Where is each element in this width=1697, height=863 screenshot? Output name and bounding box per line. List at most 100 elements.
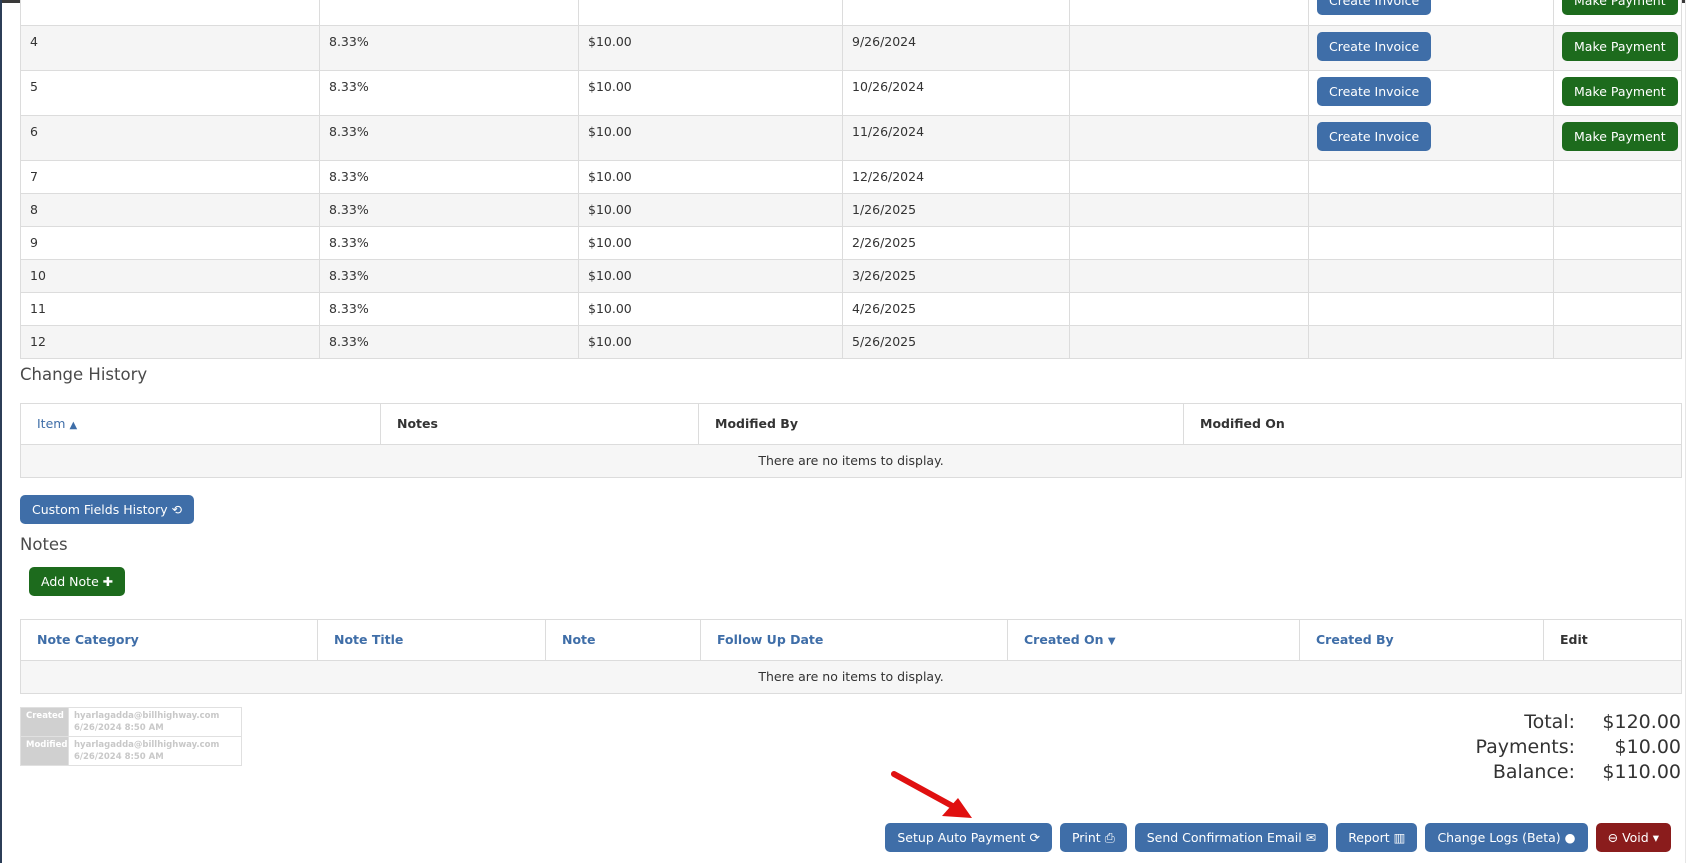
installment-number: 7 <box>20 160 320 194</box>
table-row: There are no items to display. <box>20 660 1682 694</box>
audit-created-row: Created hyarlagadda@billhighway.com 6/26/… <box>20 707 242 737</box>
invoice-cell <box>1308 193 1554 227</box>
audit-modified-label: Modified <box>20 736 69 766</box>
audit-info-table: Created hyarlagadda@billhighway.com 6/26/… <box>20 707 242 766</box>
annotation-arrow-icon <box>891 771 972 818</box>
installment-percent: 8.33% <box>319 259 579 293</box>
column-header-modified-on[interactable]: Modified On <box>1183 403 1682 445</box>
make-payment-button[interactable]: Make Payment <box>1562 122 1678 151</box>
installment-percent <box>319 0 579 26</box>
installment-number: 10 <box>20 259 320 293</box>
invoice-cell <box>1308 292 1554 326</box>
column-header-created-on[interactable]: Created On ▼ <box>1007 619 1300 661</box>
installment-blank <box>1069 25 1309 71</box>
balance-label: Balance: <box>1492 761 1575 783</box>
audit-modified-value: hyarlagadda@billhighway.com 6/26/2024 8:5… <box>68 736 242 766</box>
installment-amount: $10.00 <box>578 70 843 116</box>
column-header-note-category[interactable]: Note Category <box>20 619 318 661</box>
installment-date: 12/26/2024 <box>842 160 1070 194</box>
table-row: 5 8.33% $10.00 10/26/2024 Create Invoice… <box>20 70 1682 116</box>
make-payment-button[interactable]: Make Payment <box>1562 77 1678 106</box>
installment-number <box>20 0 320 26</box>
invoice-cell <box>1308 160 1554 194</box>
print-button[interactable]: Print ⎙ <box>1059 823 1127 852</box>
send-confirmation-email-label: Send Confirmation Email <box>1146 830 1302 845</box>
column-header-label: Created On <box>1024 632 1104 647</box>
create-invoice-button[interactable]: Create Invoice <box>1317 122 1432 151</box>
left-edge-strip <box>0 0 2 863</box>
installment-percent: 8.33% <box>319 292 579 326</box>
change-logs-button[interactable]: Change Logs (Beta) ● <box>1425 823 1588 852</box>
installment-blank <box>1069 226 1309 260</box>
empty-message: There are no items to display. <box>20 444 1682 478</box>
payment-cell <box>1553 226 1682 260</box>
installment-date: 3/26/2025 <box>842 259 1070 293</box>
column-header-modified-by[interactable]: Modified By <box>698 403 1184 445</box>
scrollbar-track[interactable] <box>1685 0 1697 863</box>
installment-date: 2/26/2025 <box>842 226 1070 260</box>
installment-percent: 8.33% <box>319 115 579 161</box>
audit-created-value: hyarlagadda@billhighway.com 6/26/2024 8:5… <box>68 707 242 737</box>
create-invoice-button[interactable]: Create Invoice <box>1317 77 1432 106</box>
audit-created-label: Created <box>20 707 69 737</box>
installment-date: 9/26/2024 <box>842 25 1070 71</box>
installment-number: 4 <box>20 25 320 71</box>
installment-date: 1/26/2025 <box>842 193 1070 227</box>
installment-number: 12 <box>20 325 320 359</box>
balance-row: Balance: $110.00 <box>1441 760 1681 785</box>
report-button[interactable]: Report ▥ <box>1336 823 1418 852</box>
add-note-button[interactable]: Add Note ✚ <box>29 567 126 596</box>
create-invoice-button[interactable]: Create Invoice <box>1317 0 1432 15</box>
installment-blank <box>1069 193 1309 227</box>
invoice-cell <box>1308 325 1554 359</box>
invoice-cell: Create Invoice <box>1308 25 1554 71</box>
total-label: Total: <box>1524 711 1575 733</box>
make-payment-button[interactable]: Make Payment <box>1562 0 1678 15</box>
invoice-cell: Create Invoice <box>1308 115 1554 161</box>
plus-icon: ✚ <box>102 574 114 589</box>
installment-amount: $10.00 <box>578 259 843 293</box>
change-history-table: Item ▲ Notes Modified By Modified On The… <box>20 403 1682 478</box>
change-logs-label: Change Logs (Beta) <box>1437 830 1561 845</box>
custom-fields-history-button[interactable]: Custom Fields History ⟲ <box>20 495 195 524</box>
column-header-item[interactable]: Item ▲ <box>20 403 381 445</box>
table-header-row: Note Category Note Title Note Follow Up … <box>20 619 1682 661</box>
chart-icon: ▥ <box>1393 830 1406 845</box>
table-row: 4 8.33% $10.00 9/26/2024 Create Invoice … <box>20 25 1682 71</box>
installment-date: 10/26/2024 <box>842 70 1070 116</box>
payment-cell <box>1553 160 1682 194</box>
installment-amount: $10.00 <box>578 325 843 359</box>
balance-value: $110.00 <box>1602 761 1681 783</box>
column-header-edit: Edit <box>1543 619 1682 661</box>
chevron-down-icon: ▾ <box>1652 830 1659 845</box>
action-bar: Setup Auto Payment ⟳ Print ⎙ Send Confirma… <box>885 823 1671 852</box>
installment-amount <box>578 0 843 26</box>
audit-modified-row: Modified hyarlagadda@billhighway.com 6/26… <box>20 736 242 766</box>
send-confirmation-email-button[interactable]: Send Confirmation Email ✉ <box>1134 823 1329 852</box>
column-header-follow-up-date[interactable]: Follow Up Date <box>700 619 1008 661</box>
audit-created-on: 6/26/2024 8:50 AM <box>74 723 164 733</box>
make-payment-button[interactable]: Make Payment <box>1562 32 1678 61</box>
void-label: Void <box>1622 830 1649 845</box>
invoice-cell <box>1308 226 1554 260</box>
column-header-note-title[interactable]: Note Title <box>317 619 546 661</box>
installment-amount: $10.00 <box>578 292 843 326</box>
setup-auto-payment-button[interactable]: Setup Auto Payment ⟳ <box>885 823 1052 852</box>
invoice-cell <box>1308 259 1554 293</box>
column-header-created-by[interactable]: Created By <box>1299 619 1544 661</box>
totals-summary: Total: $120.00 Payments: $10.00 Balance: $1… <box>1441 710 1681 785</box>
table-row: 7 8.33% $10.00 12/26/2024 <box>20 160 1682 194</box>
installment-amount: $10.00 <box>578 226 843 260</box>
notes-title: Notes <box>20 535 68 554</box>
void-button[interactable]: ⊖ Void ▾ <box>1595 823 1671 852</box>
installment-blank <box>1069 325 1309 359</box>
column-header-notes[interactable]: Notes <box>380 403 699 445</box>
audit-modified-by: hyarlagadda@billhighway.com <box>74 740 220 750</box>
table-header-row: Item ▲ Notes Modified By Modified On <box>20 403 1682 445</box>
column-header-note[interactable]: Note <box>545 619 701 661</box>
installment-number: 11 <box>20 292 320 326</box>
total-row: Total: $120.00 <box>1441 710 1681 735</box>
installment-percent: 8.33% <box>319 193 579 227</box>
payment-cell: Make Payment <box>1553 70 1682 116</box>
create-invoice-button[interactable]: Create Invoice <box>1317 32 1432 61</box>
